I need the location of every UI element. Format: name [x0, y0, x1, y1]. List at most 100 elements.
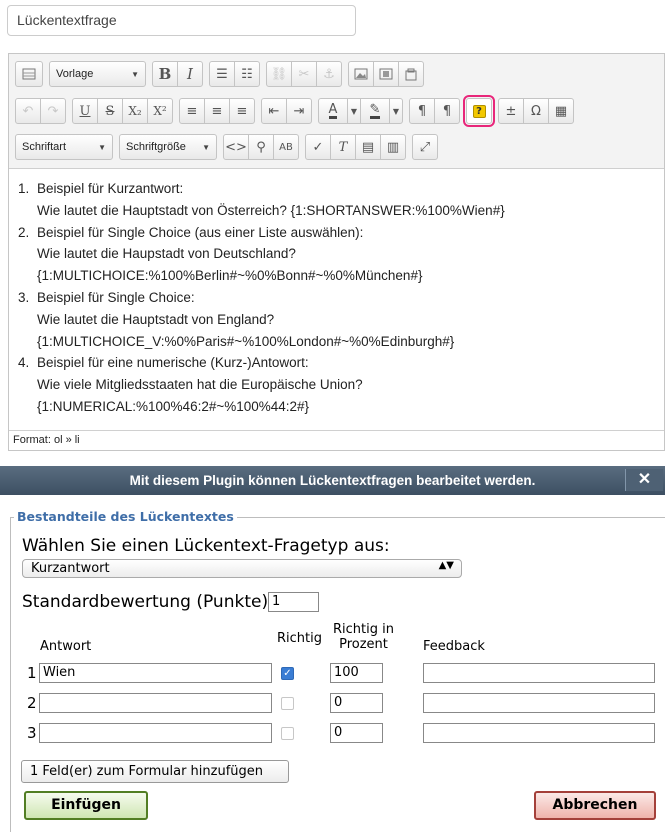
correct-checkbox[interactable]: ✓: [281, 667, 294, 680]
text-color-icon[interactable]: A: [318, 98, 348, 124]
list-item-title: Beispiel für Single Choice (aus einer Li…: [37, 224, 364, 240]
editor-statusbar: Format: ol » li: [9, 430, 664, 450]
question-type-label: Wählen Sie einen Lückentext-Fragetyp aus…: [22, 536, 390, 556]
find-replace-icon[interactable]: ⚲: [248, 134, 274, 160]
background-color-icon[interactable]: ✎: [360, 98, 390, 124]
chevron-down-icon: ▼: [98, 142, 106, 152]
toolbar-row-3: Schriftart ▼ Schriftgröße ▼ <> ⚲ AB ✓ T ▤ …: [15, 134, 444, 160]
column-percent: Richtig in Prozent: [333, 622, 394, 652]
special-character-icon[interactable]: Ω: [523, 98, 549, 124]
anchor-icon[interactable]: ⚓: [316, 61, 342, 87]
feedback-input[interactable]: [423, 723, 655, 743]
align-center-icon[interactable]: ≡: [204, 98, 230, 124]
bold-button[interactable]: B: [152, 61, 178, 87]
answer-input[interactable]: Wien: [39, 663, 272, 683]
list-item: Beispiel für Single Choice (aus einer Li…: [33, 222, 505, 287]
strikethrough-button[interactable]: S: [97, 98, 123, 124]
numbered-list-icon[interactable]: ☷: [234, 61, 260, 87]
html-source-icon[interactable]: <>: [223, 134, 249, 160]
percent-input[interactable]: 0: [330, 723, 383, 743]
italic-button[interactable]: I: [177, 61, 203, 87]
table-icon[interactable]: ▦: [548, 98, 574, 124]
chevron-down-icon[interactable]: ▼: [347, 98, 361, 124]
list-item: Beispiel für Single Choice: Wie lautet di…: [33, 287, 505, 352]
cancel-button[interactable]: Abbrechen: [534, 791, 656, 820]
chevron-down-icon: ▼: [131, 69, 139, 79]
font-size-label: Schriftgröße: [126, 141, 186, 153]
undo-icon[interactable]: ↶: [15, 98, 41, 124]
toolbar-row-1: Vorlage ▼ B I ☰ ☷ ⛓ ✂ ⚓: [15, 61, 430, 87]
font-family-select[interactable]: Schriftart ▼: [15, 134, 113, 160]
paste-icon[interactable]: ▤: [355, 134, 381, 160]
default-score-label: Standardbewertung (Punkte): [22, 592, 269, 612]
default-score-input[interactable]: 1: [268, 592, 319, 612]
feedback-input[interactable]: [423, 663, 655, 683]
list-item-text: Wie lautet die Hauptstadt von England?: [37, 311, 275, 327]
paste-word-icon[interactable]: ▥: [380, 134, 406, 160]
correct-checkbox[interactable]: [281, 697, 294, 710]
column-feedback: Feedback: [423, 639, 485, 654]
percent-input[interactable]: 100: [330, 663, 383, 683]
percent-input[interactable]: 0: [330, 693, 383, 713]
subscript-button[interactable]: X₂: [122, 98, 148, 124]
style-select-label: Vorlage: [56, 68, 94, 80]
correct-checkbox[interactable]: [281, 727, 294, 740]
list-item-text: Wie lautet die Haupstadt von Deutschland…: [37, 246, 296, 262]
column-correct: Richtig: [277, 631, 322, 646]
insert-button[interactable]: Einfügen: [24, 791, 148, 820]
list-item-code: {1:NUMERICAL:%100%46:2#~%100%44:2#}: [37, 398, 310, 414]
fieldset-legend: Bestandteile des Lückentextes: [14, 509, 237, 524]
list-item: Beispiel für Kurzantwort: Wie lautet die …: [33, 178, 505, 222]
answer-input[interactable]: [39, 693, 272, 713]
redo-icon[interactable]: ↷: [40, 98, 66, 124]
dialog-titlebar: Mit diesem Plugin können Lückentextfrage…: [0, 466, 665, 495]
image-icon[interactable]: [348, 61, 374, 87]
list-item-text: Wie lautet die Hauptstadt von Österreich…: [37, 202, 505, 218]
fullscreen-icon[interactable]: ⤢: [412, 134, 438, 160]
font-size-select[interactable]: Schriftgröße ▼: [119, 134, 217, 160]
style-select[interactable]: Vorlage ▼: [49, 61, 146, 87]
underline-button[interactable]: U: [72, 98, 98, 124]
list-item-title: Beispiel für Kurzantwort:: [37, 181, 184, 196]
rich-text-editor[interactable]: Vorlage ▼ B I ☰ ☷ ⛓ ✂ ⚓ ↶ ↷ U S X₂ X² ≡ …: [8, 53, 665, 451]
chevron-down-icon: ▼: [202, 142, 210, 152]
rtl-icon[interactable]: ¶: [434, 98, 460, 124]
editor-toolbar: Vorlage ▼ B I ☰ ☷ ⛓ ✂ ⚓ ↶ ↷ U S X₂ X² ≡ …: [9, 54, 664, 169]
answer-input[interactable]: [39, 723, 272, 743]
file-manager-icon[interactable]: [398, 61, 424, 87]
list-item-code: {1:MULTICHOICE_V:%0%Paris#~%100%London#~…: [37, 333, 455, 349]
font-family-label: Schriftart: [22, 141, 67, 153]
column-percent-line1: Richtig in: [333, 622, 394, 637]
column-percent-line2: Prozent: [339, 637, 388, 652]
cloze-question-button[interactable]: ?: [463, 95, 495, 127]
list-item-title: Beispiel für eine numerische (Kurz-)Anto…: [37, 355, 309, 371]
add-fields-button[interactable]: 1 Feld(er) zum Formular hinzufügen: [21, 760, 289, 783]
unlink-icon[interactable]: ✂: [291, 61, 317, 87]
case-icon[interactable]: AB: [273, 134, 299, 160]
chevron-down-icon[interactable]: ▼: [389, 98, 403, 124]
clean-up-icon[interactable]: ✓: [305, 134, 331, 160]
editor-content[interactable]: Beispiel für Kurzantwort: Wie lautet die …: [17, 178, 505, 418]
close-icon[interactable]: ✕: [625, 469, 663, 491]
row-number: 2: [27, 694, 37, 712]
toolbar-toggle-icon[interactable]: [15, 61, 43, 87]
select-arrows-icon: ▲▼: [438, 560, 454, 571]
question-type-select[interactable]: Kurzantwort ▲▼: [22, 559, 462, 578]
list-item: Beispiel für eine numerische (Kurz-)Anto…: [33, 352, 505, 417]
question-mark-icon: ?: [472, 104, 486, 118]
outdent-icon[interactable]: ⇤: [261, 98, 287, 124]
bullet-list-icon[interactable]: ☰: [209, 61, 235, 87]
row-number: 3: [27, 724, 37, 742]
equation-icon[interactable]: ±: [498, 98, 524, 124]
dialog-title: Mit diesem Plugin können Lückentextfrage…: [129, 473, 536, 488]
align-right-icon[interactable]: ≡: [229, 98, 255, 124]
indent-icon[interactable]: ⇥: [286, 98, 312, 124]
media-icon[interactable]: [373, 61, 399, 87]
clear-formatting-icon[interactable]: T: [330, 134, 356, 160]
link-icon[interactable]: ⛓: [266, 61, 292, 87]
question-title-field[interactable]: Lückentextfrage: [7, 5, 356, 36]
superscript-button[interactable]: X²: [147, 98, 173, 124]
ltr-icon[interactable]: ¶: [409, 98, 435, 124]
feedback-input[interactable]: [423, 693, 655, 713]
align-left-icon[interactable]: ≡: [179, 98, 205, 124]
